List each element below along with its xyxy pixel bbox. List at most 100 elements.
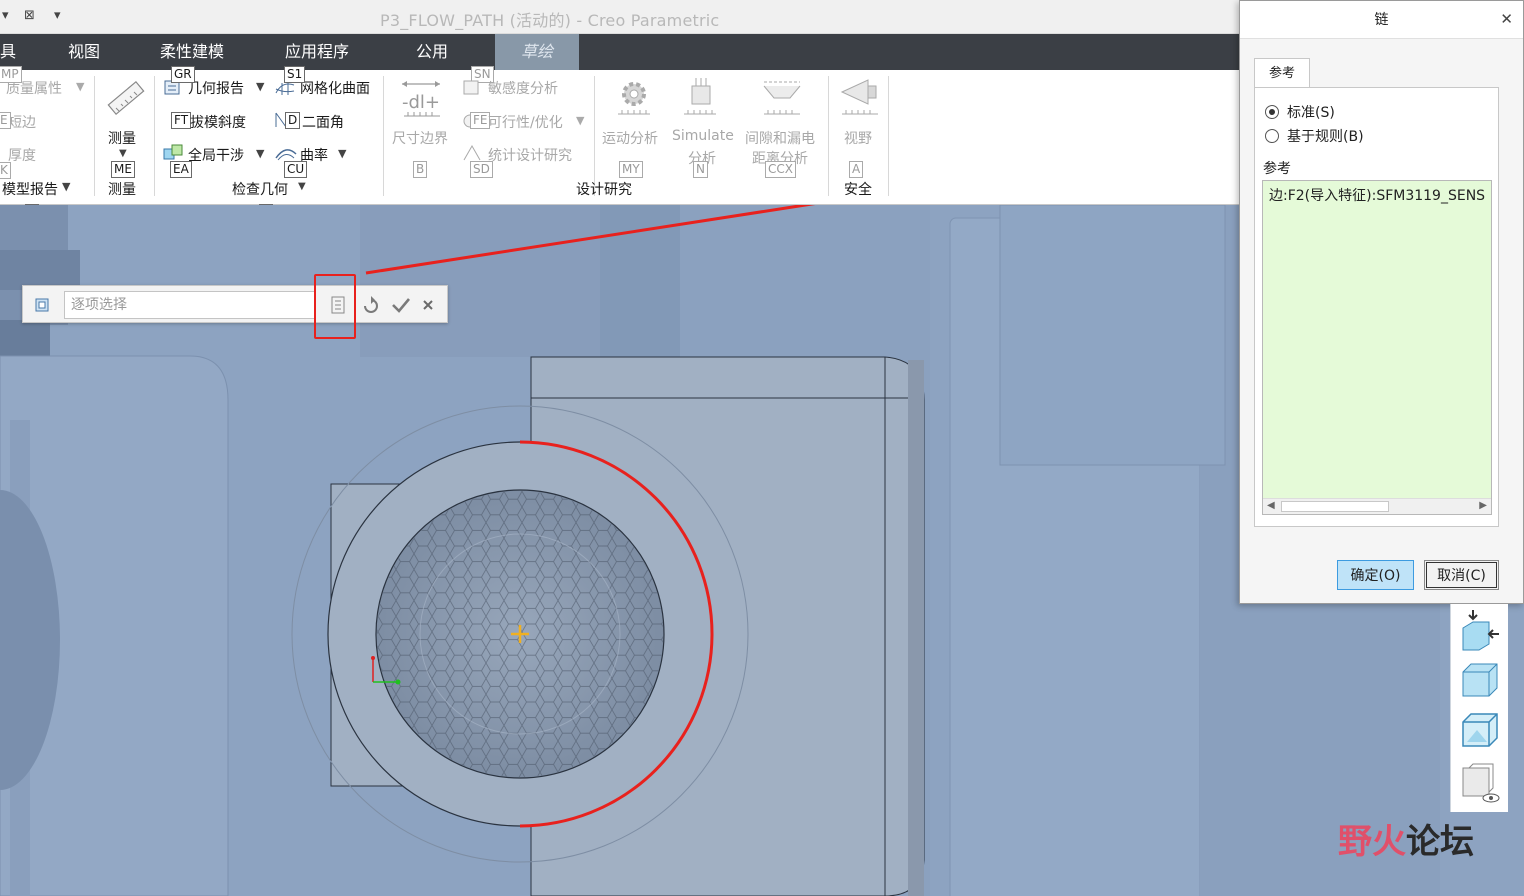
radio-standard-indicator[interactable] (1265, 105, 1279, 119)
quick-access-dropdown-icon[interactable]: ▾ (2, 8, 9, 23)
move-view-icon[interactable] (1459, 608, 1501, 652)
keytip-ft: FT (171, 112, 192, 129)
keytip-gr: GR (171, 66, 195, 83)
geometry-report-dropdown-icon[interactable]: ▼ (256, 80, 264, 93)
global-interference-dropdown-icon[interactable]: ▼ (256, 147, 264, 160)
watermark-part-1: 野火 (1338, 822, 1406, 862)
shaded-view-icon[interactable] (1459, 660, 1501, 700)
references-panel: 标准(S) 基于规则(B) 参考 边:F2(导入特征):SFM3119_SENS… (1254, 87, 1499, 527)
keytip-me: ME (111, 161, 135, 178)
selection-toolbar (22, 285, 448, 323)
clearance-creepage-icon (763, 81, 801, 115)
measure-dropdown-icon[interactable]: ▼ (119, 148, 127, 159)
inspect-geometry-dropdown-icon[interactable]: ▼ (298, 181, 306, 192)
keytip-n: N (693, 161, 708, 178)
tab-applications[interactable]: 应用程序 (285, 34, 349, 70)
thickness-button[interactable]: 厚度 (8, 145, 36, 165)
window-title: P3_FLOW_PATH (活动的) - Creo Parametric (380, 11, 720, 30)
ribbon-separator (828, 76, 829, 196)
keytip-cu: CU (284, 161, 308, 178)
chain-dialog: 链 ✕ 参考 标准(S) 基于规则(B) 参考 边:F2(导入特征):SFM31… (1239, 0, 1524, 604)
radio-rule-based-indicator[interactable] (1265, 129, 1279, 143)
global-interference-icon (163, 144, 183, 160)
keytip-sd: SD (470, 161, 493, 178)
cancel-x-icon[interactable] (421, 298, 435, 312)
inspect-geometry-group-label[interactable]: 检查几何 (232, 179, 288, 199)
simulate-analysis-icon (684, 78, 716, 115)
wireframe-view-icon[interactable] (1459, 710, 1501, 752)
short-edge-button[interactable]: 短边 (8, 112, 36, 132)
keytip-mp: MP (0, 66, 22, 83)
highlight-box (314, 274, 356, 339)
confirm-check-icon[interactable] (390, 295, 412, 315)
feasibility-dropdown-icon[interactable]: ▼ (576, 114, 584, 127)
tab-sketch[interactable]: 草绘 (495, 34, 580, 70)
horizontal-scrollbar[interactable]: ◀ ▶ (1263, 498, 1491, 514)
dihedral-button[interactable]: 二面角 (302, 112, 344, 132)
ribbon-separator (594, 76, 595, 196)
statistical-design-study-button[interactable]: 统计设计研究 (488, 145, 572, 165)
dimension-boundary-button[interactable]: 尺寸边界 (392, 128, 448, 148)
measure-button[interactable]: 测量 (108, 128, 136, 148)
scroll-left-icon[interactable]: ◀ (1267, 500, 1275, 511)
svg-text:-dl+: -dl+ (402, 92, 440, 113)
field-of-view-icon (840, 79, 878, 115)
design-study-group-label: 设计研究 (576, 182, 632, 198)
tab-references[interactable]: 参考 (1254, 58, 1310, 88)
cancel-button[interactable]: 取消(C) (1424, 560, 1499, 590)
feasibility-optimization-button[interactable]: 可行性/优化 (488, 112, 563, 132)
global-interference-button[interactable]: 全局干涉 (188, 145, 244, 165)
tab-tools[interactable]: 具 (0, 34, 16, 70)
tab-view[interactable]: 视图 (68, 34, 100, 70)
keytip-e: E (0, 112, 11, 129)
curvature-dropdown-icon[interactable]: ▼ (338, 147, 346, 160)
tab-common[interactable]: 公用 (416, 34, 448, 70)
close-window-icon[interactable]: ⊠ (24, 8, 35, 23)
view-toolbar (1450, 604, 1508, 812)
ok-button[interactable]: 确定(O) (1337, 560, 1414, 590)
simulate-button[interactable]: Simulate (672, 128, 734, 144)
selection-mode-input[interactable] (64, 291, 316, 319)
select-filter-icon[interactable] (33, 296, 51, 314)
curvature-icon (275, 149, 297, 161)
mass-properties-dropdown-icon[interactable]: ▼ (76, 80, 84, 93)
close-icon[interactable]: ✕ (1500, 10, 1513, 28)
statistical-design-icon (463, 144, 481, 161)
ribbon-separator (94, 76, 95, 196)
list-item[interactable]: 边:F2(导入特征):SFM3119_SENS (1269, 185, 1485, 205)
ribbon-separator (383, 76, 384, 196)
dimension-boundary-icon: -dl+ (402, 81, 440, 117)
measure-group-label: 测量 (108, 182, 136, 198)
ribbon-separator (888, 76, 889, 196)
view-display-icon[interactable] (1459, 762, 1503, 806)
radio-rule-based[interactable]: 基于规则(B) (1265, 126, 1364, 146)
references-label: 参考 (1263, 161, 1291, 177)
forum-watermark: 野火论坛 (1338, 814, 1474, 863)
references-list[interactable]: 边:F2(导入特征):SFM3119_SENS ◀ ▶ (1262, 180, 1492, 515)
clearance-creepage-button[interactable]: 间隙和漏电 (745, 128, 815, 148)
scrollbar-thumb[interactable] (1281, 501, 1389, 512)
keytip-k: K (0, 162, 11, 179)
keytip-s1: S1 (284, 66, 306, 83)
mesh-surface-button[interactable]: 网格化曲面 (300, 78, 370, 98)
motion-analysis-button[interactable]: 运动分析 (602, 128, 658, 148)
keytip-a: A (849, 161, 864, 178)
radio-standard[interactable]: 标准(S) (1265, 102, 1335, 122)
redo-chain-icon[interactable] (360, 294, 382, 316)
ribbon-separator (154, 76, 155, 196)
draft-button[interactable]: 拔模斜度 (190, 112, 246, 132)
dialog-title: 链 (1240, 1, 1523, 39)
keytip-ea: EA (170, 161, 192, 178)
field-of-view-button[interactable]: 视野 (844, 128, 872, 148)
customize-dropdown-icon[interactable]: ▾ (54, 8, 61, 23)
scroll-right-icon[interactable]: ▶ (1479, 500, 1487, 511)
safety-group-label: 安全 (844, 182, 872, 198)
model-report-dropdown-icon[interactable]: ▼ (62, 180, 70, 193)
sensitivity-analysis-button[interactable]: 敏感度分析 (488, 78, 558, 98)
geometry-report-button[interactable]: 几何报告 (188, 78, 244, 98)
sensitivity-icon (463, 80, 479, 95)
tab-flexible-modeling[interactable]: 柔性建模 (160, 34, 224, 70)
watermark-part-2: 论坛 (1406, 822, 1474, 862)
keytip-ccx: CCX (765, 161, 796, 178)
model-report-group-label[interactable]: 模型报告 (2, 179, 58, 199)
